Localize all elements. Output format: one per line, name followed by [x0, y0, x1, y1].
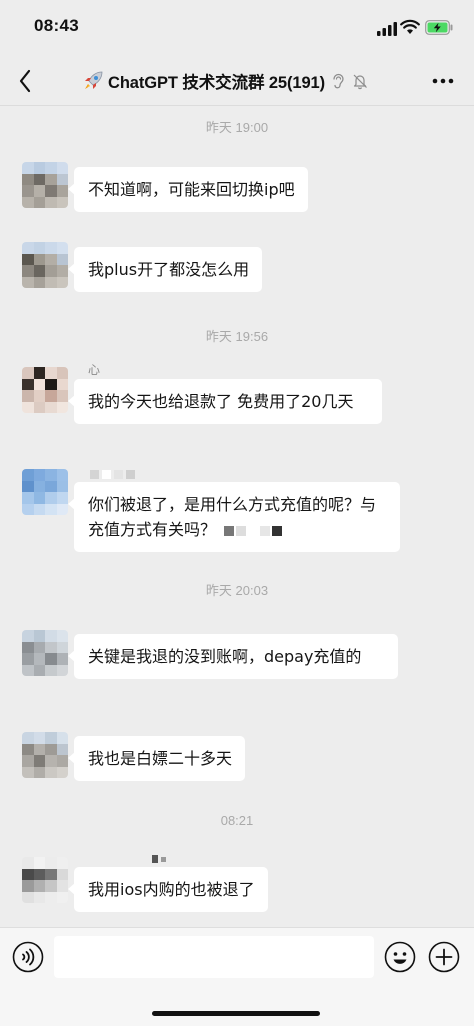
avatar[interactable] [22, 630, 68, 676]
time-divider: 昨天 19:56 [205, 329, 269, 344]
sender-name: 心 [88, 362, 101, 377]
ear-icon [333, 73, 344, 89]
battery-charging-icon [425, 20, 453, 35]
redacted-mosaic [224, 525, 283, 536]
message-bubble[interactable]: 不知道啊，可能来回切换ip吧 [68, 167, 308, 212]
message-list[interactable]: 昨天 19:00 不知道啊，可能来回切换ip吧 我plus开了都没怎么用 昨天 … [0, 107, 474, 927]
emoji-icon[interactable] [384, 941, 416, 973]
avatar[interactable] [22, 857, 68, 903]
rocket-emoji [85, 71, 103, 89]
chat-title[interactable]: ChatGPT 技术交流群 25(191) [82, 68, 369, 94]
message-bubble[interactable]: 关键是我退的没到账啊，depay充值的 [68, 634, 398, 679]
status-time: 08:43 [34, 16, 79, 35]
home-indicator[interactable] [152, 1011, 320, 1016]
chat-header: ChatGPT 技术交流群 25(191) [0, 56, 474, 106]
avatar[interactable] [22, 367, 68, 413]
voice-icon[interactable] [12, 941, 44, 973]
more-dots-icon[interactable] [428, 68, 458, 94]
chevron-left-icon[interactable] [14, 66, 44, 96]
time-divider: 昨天 20:03 [205, 583, 269, 598]
input-bar [0, 927, 474, 1026]
wifi-icon [400, 19, 420, 34]
sender-name [152, 852, 166, 866]
message-bubble[interactable]: 我用ios内购的也被退了 [68, 867, 268, 912]
message-bubble[interactable]: 你们被退了，是用什么方式充值的呢？与充值方式有关吗？ [68, 482, 400, 552]
message-bubble[interactable]: 我的今天也给退款了 免费用了20几天 [68, 379, 382, 424]
message-bubble[interactable]: 我plus开了都没怎么用 [67, 247, 263, 292]
message-input[interactable] [54, 936, 374, 978]
message-bubble[interactable]: 我也是白嫖二十多天 [67, 736, 246, 781]
chat-title-text: ChatGPT 技术交流群 25(191) [108, 74, 326, 92]
time-divider: 08:21 [220, 813, 254, 828]
avatar[interactable] [22, 732, 68, 778]
avatar[interactable] [22, 162, 68, 208]
cellular-signal-icon [377, 22, 397, 36]
sender-name [90, 467, 135, 481]
avatar[interactable] [22, 242, 68, 288]
avatar[interactable] [22, 469, 68, 515]
plus-icon[interactable] [428, 941, 460, 973]
time-divider: 昨天 19:00 [205, 120, 269, 135]
status-bar: 08:43 [0, 0, 474, 56]
mute-bell-icon [353, 74, 367, 90]
